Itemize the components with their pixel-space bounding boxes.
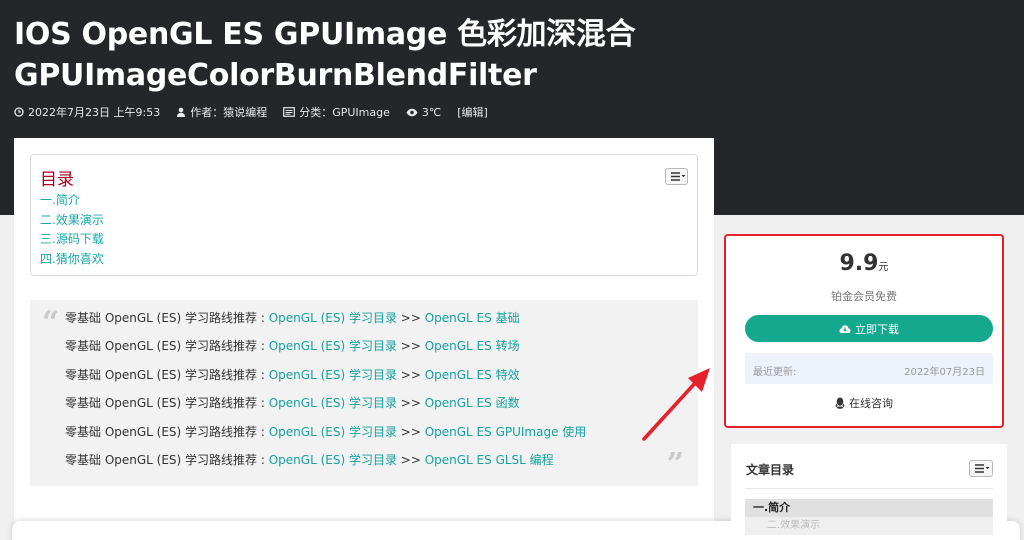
learning-path-quote: “ 零基础 OpenGL (ES) 学习路线推荐 : OpenGL (ES) 学… [30,300,698,486]
online-consult-link[interactable]: 在线咨询 [726,395,1002,411]
qq-icon [835,397,845,409]
quote-prefix: 零基础 OpenGL (ES) 学习路线推荐 : [65,452,269,467]
quote-open-mark: “ [42,305,60,340]
price-value: 9.9 [839,251,879,276]
toc-item-demo[interactable]: 二.效果演示 [40,211,104,231]
sidebar-toc-item-intro[interactable]: 一.简介 [745,499,993,517]
quote-prefix: 零基础 OpenGL (ES) 学习路线推荐 : [65,311,269,325]
quote-separator: >> [396,424,425,439]
update-label: 最近更新: [753,367,797,378]
user-icon [177,107,186,117]
quote-line: 零基础 OpenGL (ES) 学习路线推荐 : OpenGL (ES) 学习目… [65,422,586,450]
red-arrow-annotation [642,368,710,441]
quote-separator: >> [396,396,425,411]
eye-icon [406,108,418,116]
quote-prefix: 零基础 OpenGL (ES) 学习路线推荐 : [65,424,269,439]
quote-line: 零基础 OpenGL (ES) 学习路线推荐 : OpenGL (ES) 学习目… [65,450,586,478]
meta-views-text: 3℃ [421,105,442,119]
topic-link[interactable]: OpenGL ES GLSL 编程 [425,453,554,467]
sidebar-toc-item-demo[interactable]: 二.效果演示 [745,517,993,535]
toc-item-related[interactable]: 四.猜你喜欢 [40,250,104,270]
topic-link[interactable]: OpenGL ES 转场 [425,339,520,353]
cloud-download-icon [839,324,851,333]
quote-separator: >> [396,311,425,325]
meta-date: 2022年7月23日 上午9:53 [14,104,160,120]
download-price-box: 9.9元 铂金会员免费 立即下载 最近更新: 2022年07月23日 在线咨询 [724,234,1004,428]
quote-line: 零基础 OpenGL (ES) 学习路线推荐 : OpenGL (ES) 学习目… [65,365,586,393]
download-button[interactable]: 立即下载 [745,315,993,342]
sidebar-toc-divider [745,488,993,489]
meta-author: 作者：猿说编程 [176,104,267,120]
quote-line: 零基础 OpenGL (ES) 学习路线推荐 : OpenGL (ES) 学习目… [65,393,586,421]
page-title-line-1: IOS OpenGL ES GPUImage 色彩加深混合 [14,17,636,52]
meta-category: 分类：GPUImage [283,104,390,120]
toc-list: 一.简介 二.效果演示 三.源码下载 四.猜你喜欢 [40,191,104,269]
topic-link[interactable]: OpenGL ES 特效 [425,368,520,382]
quote-line: 零基础 OpenGL (ES) 学习路线推荐 : OpenGL (ES) 学习目… [65,336,586,364]
toc-toggle-button[interactable] [665,168,688,185]
sidebar-article-toc: 文章目录 一.简介 二.效果演示 [731,444,1007,540]
clock-icon [14,107,24,117]
quote-separator: >> [396,339,425,354]
toc-title: 目录 [40,170,74,190]
topic-link[interactable]: OpenGL ES 基础 [425,311,520,325]
table-of-contents: 目录 一.简介 二.效果演示 三.源码下载 四.猜你喜欢 [30,154,698,276]
meta-author-text[interactable]: 作者：猿说编程 [190,104,267,120]
article-meta: 2022年7月23日 上午9:53 作者：猿说编程 分类：GPUImage 3℃… [14,104,488,120]
quote-lines: 零基础 OpenGL (ES) 学习路线推荐 : OpenGL (ES) 学习目… [65,308,586,478]
edit-link[interactable]: [编辑] [457,104,488,120]
quote-separator: >> [396,367,425,382]
toc-item-source[interactable]: 三.源码下载 [40,230,104,250]
page-title: IOS OpenGL ES GPUImage 色彩加深混合 GPUImageCo… [14,14,714,96]
sidebar-toc-title: 文章目录 [746,463,795,477]
page-title-line-2: GPUImageColorBurnBlendFilter [14,58,537,93]
sidebar-toc-toggle-button[interactable] [969,460,993,477]
index-link[interactable]: OpenGL (ES) 学习目录 [269,339,397,353]
meta-views: 3℃ [406,106,441,119]
index-link[interactable]: OpenGL (ES) 学习目录 [269,396,397,410]
quote-line: 零基础 OpenGL (ES) 学习路线推荐 : OpenGL (ES) 学习目… [65,308,586,336]
price: 9.9元 [726,251,1002,276]
list-icon [975,464,990,473]
index-link[interactable]: OpenGL (ES) 学习目录 [269,453,397,467]
quote-prefix: 零基础 OpenGL (ES) 学习路线推荐 : [65,396,269,411]
index-link[interactable]: OpenGL (ES) 学习目录 [269,368,397,382]
download-button-label: 立即下载 [855,322,899,336]
quote-prefix: 零基础 OpenGL (ES) 学习路线推荐 : [65,339,269,354]
price-unit: 元 [878,262,889,273]
index-link[interactable]: OpenGL (ES) 学习目录 [269,425,397,439]
last-update-row: 最近更新: 2022年07月23日 [745,353,993,384]
online-consult-label: 在线咨询 [849,397,893,410]
meta-category-text[interactable]: 分类：GPUImage [299,104,390,120]
quote-prefix: 零基础 OpenGL (ES) 学习路线推荐 : [65,367,269,382]
topic-link[interactable]: OpenGL ES 函数 [425,396,520,410]
meta-date-text: 2022年7月23日 上午9:53 [28,106,161,119]
article-content: 目录 一.简介 二.效果演示 三.源码下载 四.猜你喜欢 “ 零基础 OpenG… [14,138,714,540]
category-icon [283,107,296,117]
quote-separator: >> [396,452,425,467]
toc-item-intro[interactable]: 一.简介 [40,191,104,211]
quote-close-mark: ” [666,447,684,482]
update-date: 2022年07月23日 [904,367,985,378]
index-link[interactable]: OpenGL (ES) 学习目录 [269,311,397,325]
list-icon [671,172,686,181]
topic-link[interactable]: OpenGL ES GPUImage 使用 [425,425,587,439]
member-free-note: 铂金会员免费 [831,290,897,303]
